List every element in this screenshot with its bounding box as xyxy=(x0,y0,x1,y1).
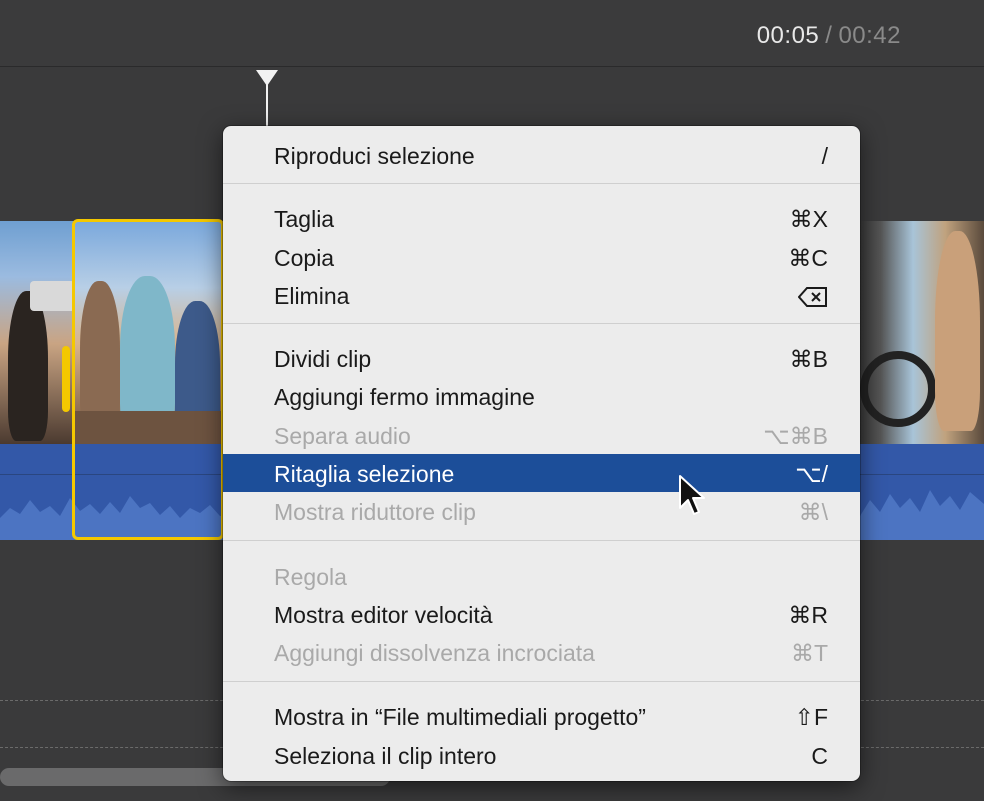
menu-item-mostra-riduttore-clip: Mostra riduttore clip ⌘\ xyxy=(223,492,860,530)
menu-item-riproduci-selezione[interactable]: Riproduci selezione / xyxy=(223,136,860,174)
menu-item-label: Taglia xyxy=(274,206,335,232)
mouse-pointer-icon xyxy=(679,475,705,515)
menu-item-label: Dividi clip xyxy=(274,346,372,372)
menu-item-copia[interactable]: Copia ⌘C xyxy=(223,238,860,276)
menu-item-shortcut xyxy=(798,283,828,311)
menu-item-seleziona-il-clip-intero[interactable]: Seleziona il clip intero C xyxy=(223,736,860,774)
menu-separator xyxy=(223,183,860,184)
context-menu: Riproduci selezione / Taglia ⌘X Copia ⌘C… xyxy=(223,126,860,781)
total-time: 00:42 xyxy=(838,22,901,49)
menu-item-label: Elimina xyxy=(274,283,350,309)
video-clip-thumbnail[interactable] xyxy=(855,221,984,444)
menu-item-shortcut: ⌘\ xyxy=(798,499,828,525)
menu-separator xyxy=(223,540,860,541)
menu-item-shortcut: ⌥/ xyxy=(795,461,828,487)
menu-item-shortcut: C xyxy=(811,743,828,769)
menu-item-aggiungi-dissolvenza-incrociata: Aggiungi dissolvenza incrociata ⌘T xyxy=(223,633,860,671)
trim-handle[interactable] xyxy=(62,346,70,412)
time-separator: / xyxy=(825,22,833,49)
menu-item-label: Aggiungi dissolvenza incrociata xyxy=(274,640,595,666)
menu-item-mostra-editor-velocita[interactable]: Mostra editor velocità ⌘R xyxy=(223,595,860,633)
menu-item-label: Ritaglia selezione xyxy=(274,461,455,487)
menu-item-aggiungi-fermo-immagine[interactable]: Aggiungi fermo immagine xyxy=(223,377,860,415)
menu-item-shortcut: ⌘C xyxy=(788,245,828,271)
menu-item-label: Copia xyxy=(274,245,335,271)
menu-item-label: Aggiungi fermo immagine xyxy=(274,384,535,410)
top-toolbar: 00:05/00:42 xyxy=(0,0,984,67)
menu-item-shortcut: ⌘B xyxy=(789,346,828,372)
menu-item-label: Regola xyxy=(274,564,347,590)
menu-item-label: Mostra riduttore clip xyxy=(274,499,476,525)
timecode-display: 00:05/00:42 xyxy=(757,22,901,50)
menu-item-shortcut: / xyxy=(821,143,828,169)
menu-item-elimina[interactable]: Elimina xyxy=(223,276,860,314)
menu-item-taglia[interactable]: Taglia ⌘X xyxy=(223,199,860,237)
menu-separator xyxy=(223,323,860,324)
menu-item-shortcut: ⌘X xyxy=(789,206,828,232)
menu-item-ritaglia-selezione[interactable]: Ritaglia selezione ⌥/ xyxy=(223,454,860,492)
menu-separator xyxy=(223,681,860,682)
delete-key-icon xyxy=(798,287,827,307)
menu-item-mostra-in-file-multimediali[interactable]: Mostra in “File multimediali progetto” ⇧… xyxy=(223,697,860,735)
menu-item-shortcut: ⌘T xyxy=(790,640,828,666)
clip-selection-frame[interactable] xyxy=(72,219,224,540)
menu-item-regola: Regola xyxy=(223,557,860,595)
menu-item-shortcut: ⌥⌘B xyxy=(763,423,828,449)
menu-item-label: Seleziona il clip intero xyxy=(274,743,497,769)
menu-item-label: Riproduci selezione xyxy=(274,143,475,169)
menu-item-label: Mostra in “File multimediali progetto” xyxy=(274,704,646,730)
menu-item-dividi-clip[interactable]: Dividi clip ⌘B xyxy=(223,339,860,377)
menu-item-label: Mostra editor velocità xyxy=(274,602,493,628)
menu-item-label: Separa audio xyxy=(274,423,411,449)
menu-item-shortcut: ⌘R xyxy=(788,602,828,628)
menu-item-shortcut: ⇧F xyxy=(794,704,828,730)
current-time: 00:05 xyxy=(756,22,820,49)
menu-item-separa-audio: Separa audio ⌥⌘B xyxy=(223,416,860,454)
